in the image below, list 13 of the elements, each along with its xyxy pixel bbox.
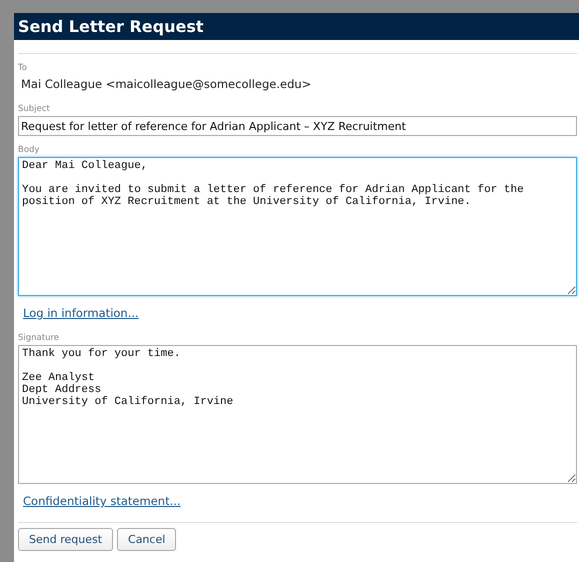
- info-link[interactable]: Confidentiality statement...: [23, 494, 181, 508]
- field-label: To: [18, 62, 28, 74]
- dialog-button[interactable]: Send request: [18, 528, 114, 551]
- recipient-text: Mai Colleague <maicolleague@somecollege.edu>: [20, 76, 312, 93]
- field-label: Subject: [18, 103, 51, 115]
- subject-field[interactable]: Request for letter of reference for Adrian Applicant – XYZ Recruitment: [18, 116, 577, 136]
- field-label: Signature: [18, 332, 60, 344]
- dialog-button[interactable]: Cancel: [117, 528, 176, 551]
- info-link[interactable]: Log in information...: [23, 306, 139, 320]
- field-label: Body: [18, 144, 40, 156]
- dialog-title: Send Letter Request: [14, 13, 579, 40]
- text-area-field[interactable]: Dear Mai Colleague, You are invited to submit a letter of reference for Adrian Applicant for the position of XYZ Recruitment at the University of California, Irvine.: [18, 157, 577, 296]
- text-area-field[interactable]: Thank you for your time. Zee Analyst Dept Address University of California, Irvine: [18, 345, 577, 484]
